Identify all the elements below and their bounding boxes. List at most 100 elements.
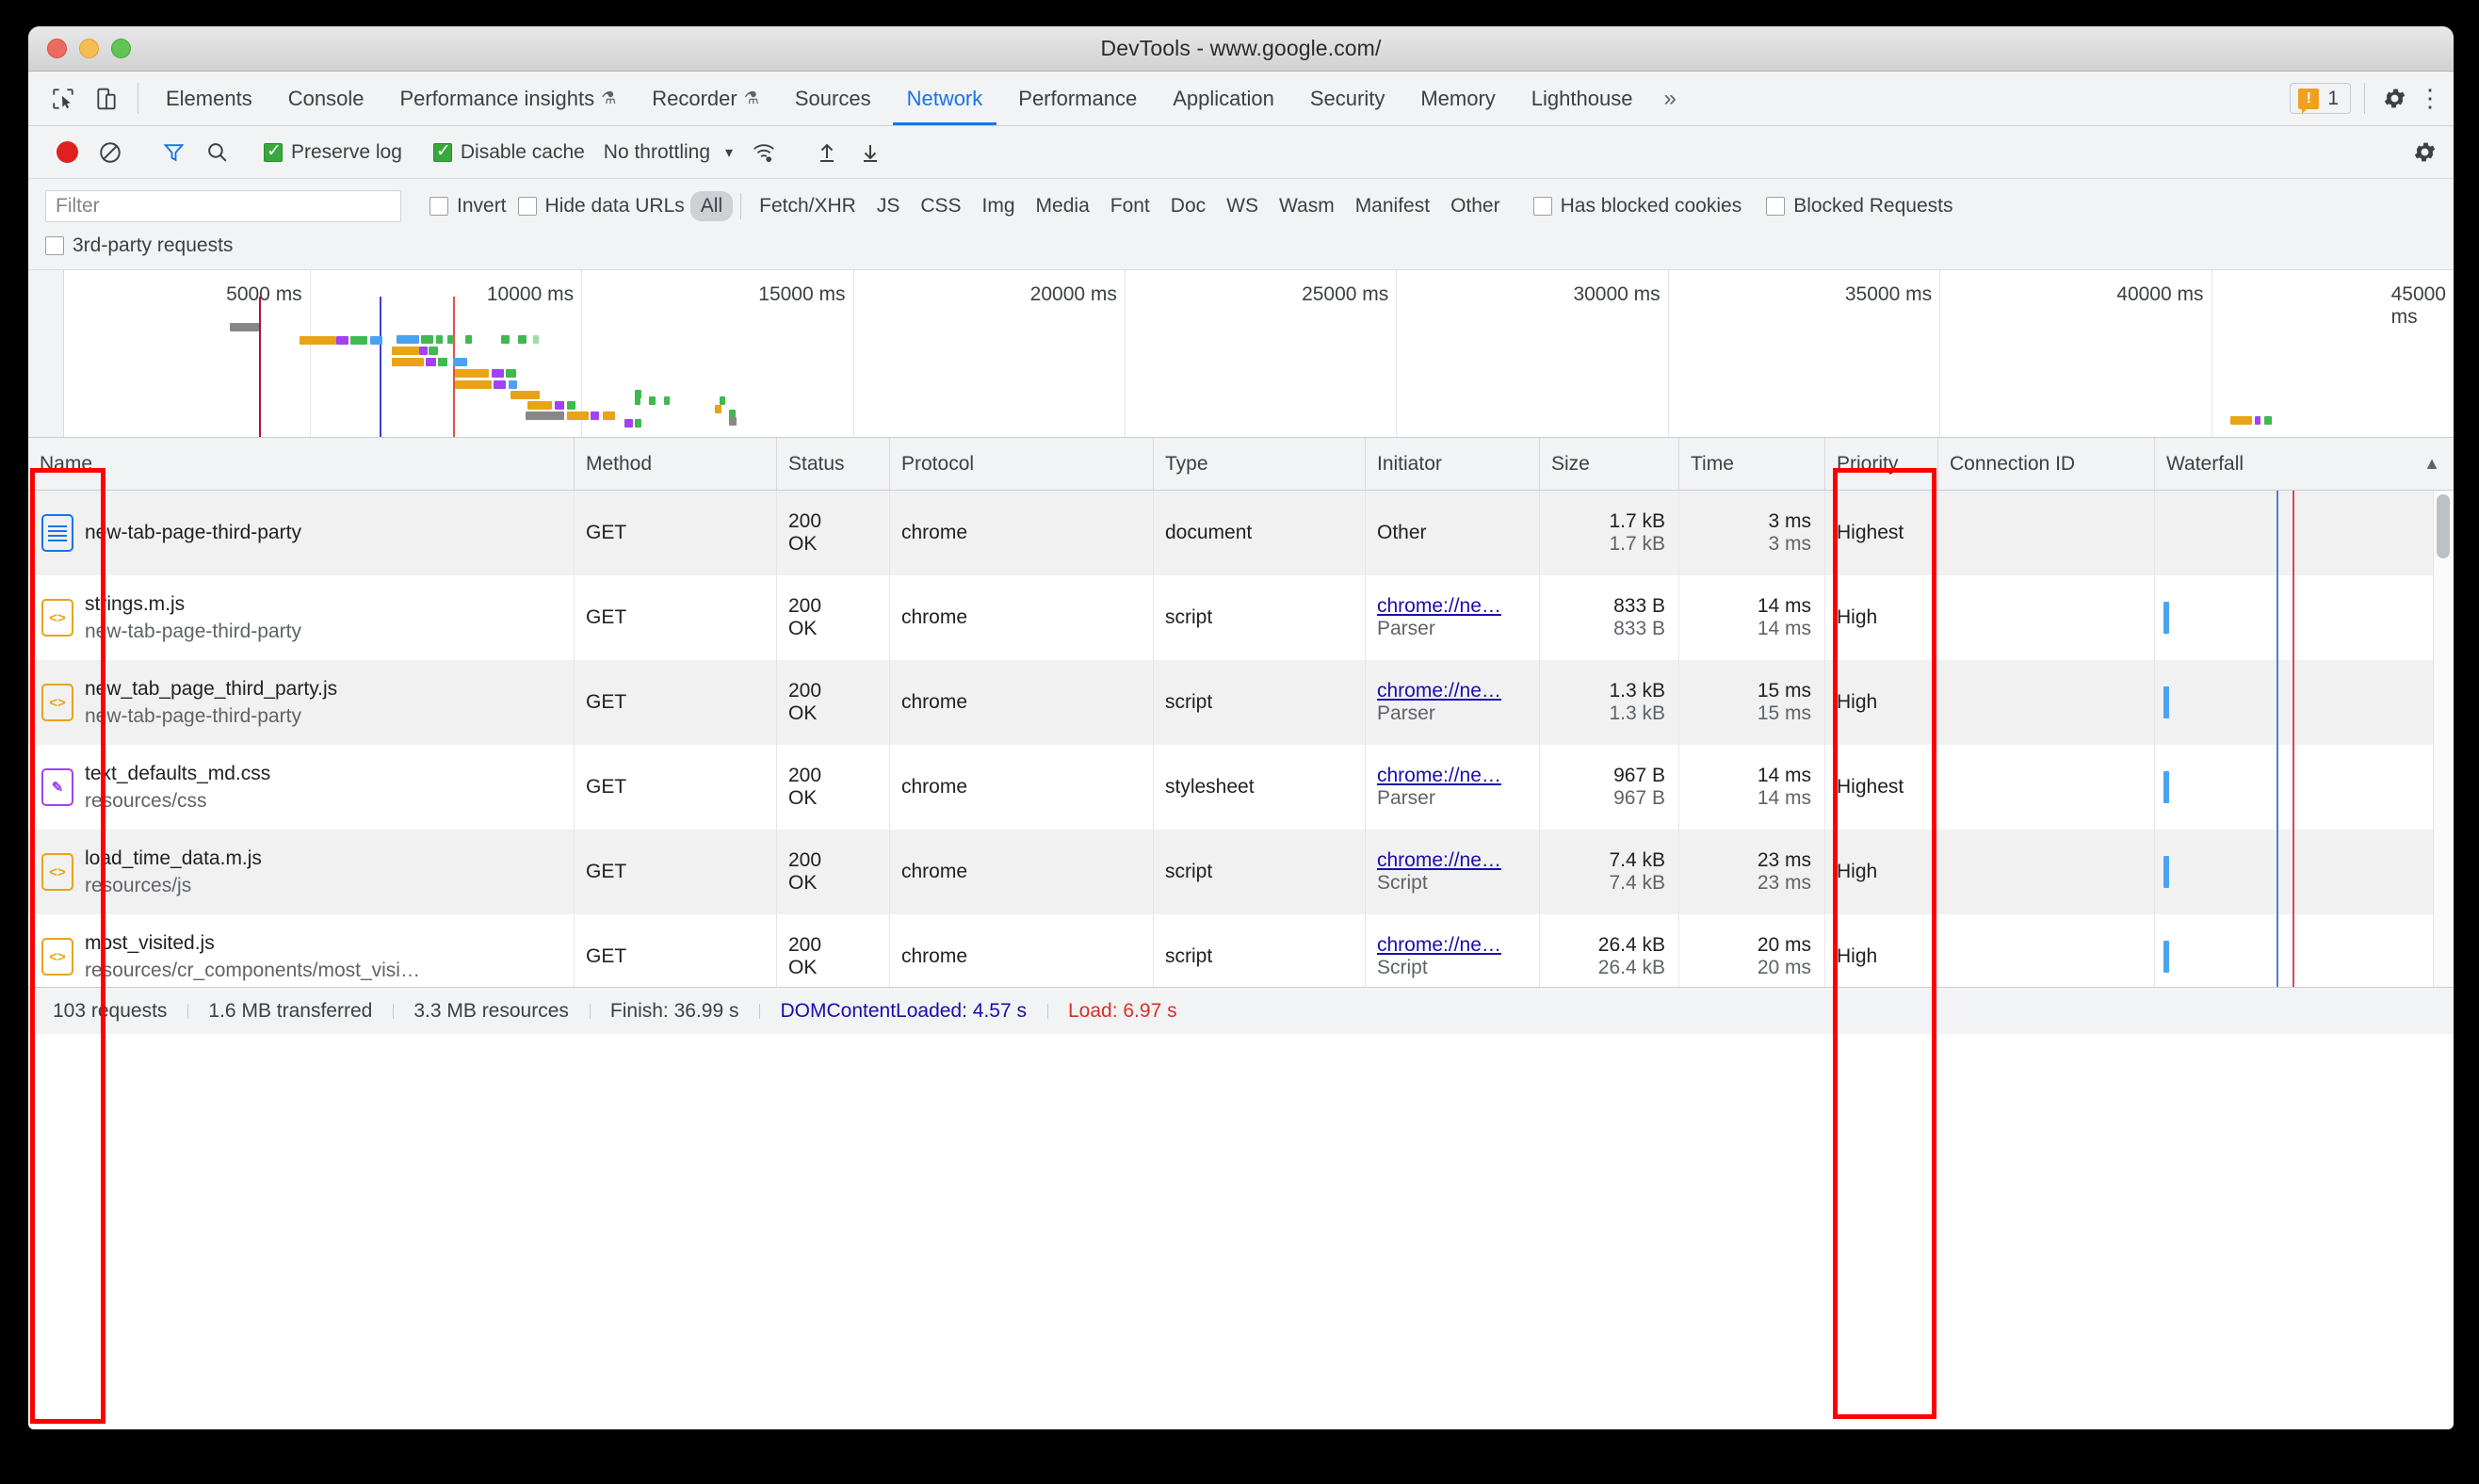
filter-input[interactable]: Filter bbox=[45, 190, 401, 222]
tab-performance-insights[interactable]: Performance insights ⚗ bbox=[381, 72, 634, 125]
cell-size: 26.4 kB 26.4 kB bbox=[1540, 914, 1679, 987]
inspect-element-icon[interactable] bbox=[41, 72, 85, 125]
table-scrollbar-thumb[interactable] bbox=[2437, 494, 2450, 558]
filter-type-ws[interactable]: WS bbox=[1216, 191, 1269, 221]
cell-name[interactable]: <> strings.m.js new-tab-page-third-party bbox=[28, 575, 575, 660]
column-header-connection-id[interactable]: Connection ID bbox=[1938, 438, 2155, 490]
table-row[interactable]: new-tab-page-third-party GET 200 OK chro… bbox=[28, 491, 2454, 575]
cell-waterfall bbox=[2155, 660, 2454, 745]
checkbox-box bbox=[429, 197, 448, 216]
record-icon[interactable] bbox=[45, 131, 89, 174]
table-row[interactable]: <> strings.m.js new-tab-page-third-party… bbox=[28, 575, 2454, 660]
tabbar-divider-2 bbox=[2364, 83, 2365, 114]
tab-security[interactable]: Security bbox=[1292, 72, 1402, 125]
filter-type-doc[interactable]: Doc bbox=[1160, 191, 1216, 221]
cell-type: script bbox=[1154, 914, 1366, 987]
cell-name[interactable]: <> load_time_data.m.js resources/js bbox=[28, 830, 575, 914]
third-party-requests-checkbox[interactable]: 3rd-party requests bbox=[45, 234, 238, 257]
import-har-icon[interactable] bbox=[805, 131, 849, 174]
column-header-type[interactable]: Type bbox=[1154, 438, 1366, 490]
invert-checkbox[interactable]: Invert bbox=[424, 195, 512, 218]
preserve-log-checkbox[interactable]: Preserve log bbox=[258, 140, 408, 164]
column-header-waterfall[interactable]: Waterfall ▲ bbox=[2155, 438, 2454, 490]
filter-type-media[interactable]: Media bbox=[1026, 191, 1100, 221]
document-icon bbox=[41, 514, 73, 552]
tab-network[interactable]: Network bbox=[889, 72, 1001, 125]
tab-lighthouse[interactable]: Lighthouse bbox=[1514, 72, 1651, 125]
tab-elements[interactable]: Elements bbox=[148, 72, 270, 125]
sort-ascending-icon[interactable]: ▲ bbox=[2423, 454, 2440, 474]
column-header-size[interactable]: Size bbox=[1540, 438, 1679, 490]
tab-memory[interactable]: Memory bbox=[1402, 72, 1513, 125]
filter-funnel-icon[interactable] bbox=[152, 131, 195, 174]
script-icon: <> bbox=[41, 938, 73, 976]
gear-icon[interactable] bbox=[2374, 72, 2414, 125]
more-tabs-chevron-icon[interactable]: » bbox=[1650, 72, 1689, 125]
column-header-protocol[interactable]: Protocol bbox=[890, 438, 1154, 490]
warning-count-button[interactable]: ! 1 bbox=[2290, 83, 2351, 114]
network-overview-timeline[interactable]: 5000 ms 10000 ms 15000 ms 20000 ms 25000… bbox=[28, 270, 2454, 438]
cell-waterfall bbox=[2155, 491, 2454, 575]
tab-sources[interactable]: Sources bbox=[777, 72, 889, 125]
cell-name[interactable]: new-tab-page-third-party bbox=[28, 491, 575, 575]
column-header-initiator[interactable]: Initiator bbox=[1366, 438, 1540, 490]
checkbox-box bbox=[45, 236, 64, 255]
filter-type-other[interactable]: Other bbox=[1440, 191, 1511, 221]
overview-load-line bbox=[452, 297, 455, 437]
tab-console[interactable]: Console bbox=[270, 72, 382, 125]
status-code: 200 bbox=[788, 849, 822, 871]
table-row[interactable]: <> most_visited.js resources/cr_componen… bbox=[28, 914, 2454, 987]
filter-type-css[interactable]: CSS bbox=[910, 191, 971, 221]
network-conditions-icon[interactable] bbox=[742, 131, 786, 174]
tab-performance[interactable]: Performance bbox=[1000, 72, 1155, 125]
column-header-status[interactable]: Status bbox=[777, 438, 890, 490]
cell-name[interactable]: <> new_tab_page_third_party.js new-tab-p… bbox=[28, 660, 575, 745]
column-header-priority[interactable]: Priority bbox=[1825, 438, 1938, 490]
filter-type-img[interactable]: Img bbox=[972, 191, 1026, 221]
time-value: 14 ms bbox=[1757, 595, 1811, 617]
more-options-icon[interactable]: ⋮ bbox=[2414, 72, 2446, 125]
has-blocked-cookies-checkbox[interactable]: Has blocked cookies bbox=[1528, 195, 1748, 218]
clear-icon[interactable] bbox=[89, 131, 132, 174]
initiator-type: Parser bbox=[1377, 618, 1435, 639]
filter-type-fetch-xhr[interactable]: Fetch/XHR bbox=[749, 191, 867, 221]
tab-application[interactable]: Application bbox=[1155, 72, 1292, 125]
column-header-time[interactable]: Time bbox=[1679, 438, 1825, 490]
table-row[interactable]: <> new_tab_page_third_party.js new-tab-p… bbox=[28, 660, 2454, 745]
table-row[interactable]: <> load_time_data.m.js resources/js GET … bbox=[28, 830, 2454, 914]
initiator-link[interactable]: chrome://ne… bbox=[1377, 765, 1539, 787]
filter-type-all[interactable]: All bbox=[689, 191, 734, 221]
cell-name[interactable]: <> most_visited.js resources/cr_componen… bbox=[28, 914, 575, 987]
device-toolbar-icon[interactable] bbox=[85, 72, 128, 125]
initiator-type: Parser bbox=[1377, 787, 1435, 809]
disable-cache-checkbox[interactable]: Disable cache bbox=[428, 140, 591, 164]
request-path: resources/cr_components/most_visi… bbox=[85, 959, 420, 981]
cell-method: GET bbox=[575, 660, 777, 745]
column-header-name[interactable]: Name bbox=[28, 438, 575, 490]
initiator-link[interactable]: chrome://ne… bbox=[1377, 680, 1539, 702]
column-header-method[interactable]: Method bbox=[575, 438, 777, 490]
hide-data-urls-checkbox[interactable]: Hide data URLs bbox=[512, 195, 690, 218]
filter-type-js[interactable]: JS bbox=[867, 191, 911, 221]
export-har-icon[interactable] bbox=[849, 131, 892, 174]
filter-type-font[interactable]: Font bbox=[1100, 191, 1160, 221]
table-scroll-track[interactable] bbox=[2433, 491, 2454, 987]
cell-name[interactable]: ✎ text_defaults_md.css resources/css bbox=[28, 745, 575, 830]
initiator-link[interactable]: chrome://ne… bbox=[1377, 595, 1539, 618]
size-transferred: 967 B bbox=[1613, 787, 1665, 809]
search-icon[interactable] bbox=[195, 131, 238, 174]
filter-type-manifest[interactable]: Manifest bbox=[1345, 191, 1440, 221]
chevron-down-icon[interactable]: ▾ bbox=[716, 143, 742, 162]
cell-status: 200 OK bbox=[777, 745, 890, 830]
network-settings-gear-icon[interactable] bbox=[2405, 139, 2444, 165]
cell-type: script bbox=[1154, 575, 1366, 660]
table-row[interactable]: ✎ text_defaults_md.css resources/css GET… bbox=[28, 745, 2454, 830]
initiator-link[interactable]: chrome://ne… bbox=[1377, 934, 1539, 957]
initiator-link[interactable]: chrome://ne… bbox=[1377, 849, 1539, 872]
throttling-select[interactable]: No throttling bbox=[591, 141, 716, 164]
filter-type-wasm[interactable]: Wasm bbox=[1269, 191, 1345, 221]
tab-recorder[interactable]: Recorder ⚗ bbox=[634, 72, 777, 125]
checkbox-box bbox=[1766, 197, 1786, 216]
blocked-requests-checkbox[interactable]: Blocked Requests bbox=[1760, 195, 1958, 218]
warning-count-label: 1 bbox=[2327, 87, 2339, 109]
